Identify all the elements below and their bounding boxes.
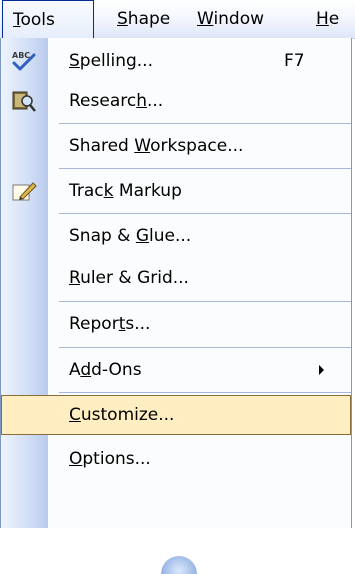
menu-item-snap-glue[interactable]: Snap & Glue... (1, 216, 351, 256)
menubar-tools[interactable]: Tools (2, 0, 94, 38)
menu-item-spelling[interactable]: ABC Spelling... F7 (1, 41, 351, 81)
tools-dropdown-menu: ABC Spelling... F7 Research... Shared Wo… (0, 38, 352, 574)
menu-item-reports[interactable]: Reports... (1, 304, 351, 344)
track-markup-pencil-icon (11, 179, 37, 203)
menubar-shape[interactable]: Shape (117, 0, 187, 38)
menu-item-add-ons-label: Add-Ons (69, 360, 142, 380)
menu-item-research-label: Research... (69, 91, 164, 111)
menu-item-options[interactable]: Options... (1, 439, 351, 479)
spelling-abc-check-icon: ABC (11, 49, 37, 73)
svg-text:ABC: ABC (12, 51, 30, 60)
submenu-arrow-icon (319, 365, 324, 375)
menu-separator (59, 301, 351, 302)
menu-expand-chevron-icon[interactable] (161, 556, 197, 574)
menu-item-track-markup-label: Track Markup (69, 181, 182, 201)
menu-separator (59, 123, 351, 124)
menu-item-track-markup[interactable]: Track Markup (1, 171, 351, 211)
menu-bar: Tools Shape Window He (0, 0, 355, 39)
menu-item-customize-label: Customize... (69, 405, 175, 425)
menu-item-customize[interactable]: Customize... (1, 395, 351, 435)
menu-item-research[interactable]: Research... (1, 81, 351, 121)
menubar-help[interactable]: He (316, 0, 355, 38)
menu-item-ruler-grid[interactable]: Ruler & Grid... (1, 258, 351, 298)
menubar-window-label: Window (197, 9, 265, 29)
menubar-help-label: He (316, 9, 340, 29)
menubar-tools-label: Tools (13, 10, 55, 30)
menu-item-options-label: Options... (69, 449, 151, 469)
menubar-shape-label: Shape (117, 9, 171, 29)
menu-item-add-ons[interactable]: Add-Ons (1, 350, 351, 390)
menu-item-shared-workspace[interactable]: Shared Workspace... (1, 126, 351, 166)
menu-item-snap-glue-label: Snap & Glue... (69, 226, 192, 246)
menu-item-ruler-grid-label: Ruler & Grid... (69, 268, 189, 288)
research-book-icon (11, 89, 37, 113)
menu-item-reports-label: Reports... (69, 314, 151, 334)
menu-item-spelling-shortcut: F7 (284, 51, 305, 71)
menu-item-shared-workspace-label: Shared Workspace... (69, 136, 244, 156)
menu-separator (59, 392, 351, 393)
menu-separator (59, 213, 351, 214)
menubar-window[interactable]: Window (197, 0, 289, 38)
menu-item-spelling-label: Spelling... (69, 51, 153, 71)
menu-separator (59, 347, 351, 348)
menu-separator (59, 168, 351, 169)
